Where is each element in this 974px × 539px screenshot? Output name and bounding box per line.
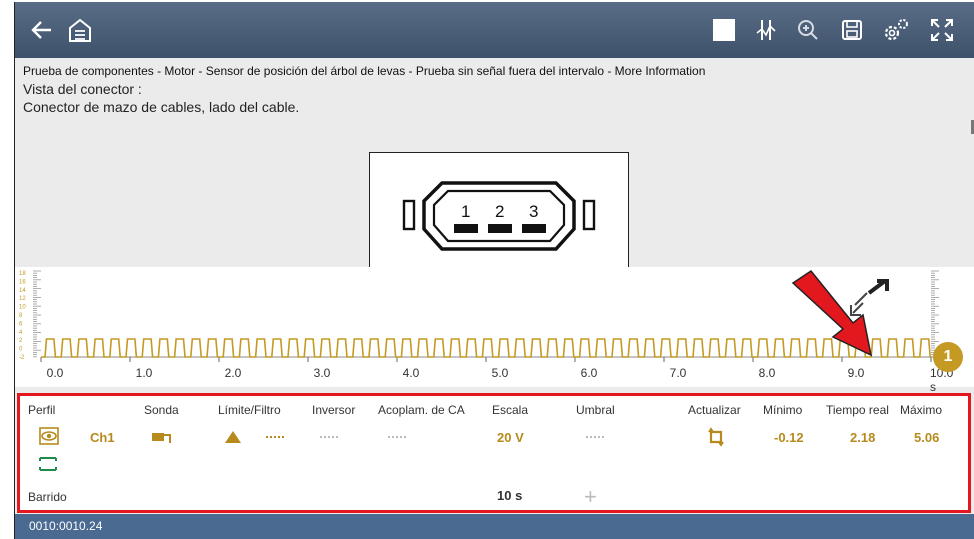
escala-value[interactable]: 20 V — [497, 430, 524, 445]
add-icon[interactable]: + — [584, 484, 597, 510]
header-maximo: Máximo — [900, 403, 943, 417]
bracket-icon[interactable] — [38, 456, 58, 477]
connector-diagram: 1 2 3 — [369, 152, 629, 268]
settings-icon[interactable] — [879, 12, 913, 48]
pin-3-terminal — [522, 224, 546, 233]
minimo-value: -0.12 — [774, 430, 804, 445]
x-tick-label: 5.0 — [491, 366, 509, 380]
save-icon[interactable] — [835, 12, 869, 48]
top-toolbar — [15, 2, 974, 58]
x-tick-label: 6.0 — [580, 366, 598, 380]
umbral-value[interactable] — [586, 436, 604, 438]
header-inversor: Inversor — [312, 403, 356, 417]
y-tick-label: 16 — [19, 279, 26, 285]
header-escala: Escala — [492, 403, 529, 417]
expand-trace-icon[interactable] — [850, 279, 889, 316]
y-tick-label: 14 — [19, 288, 26, 294]
x-tick-label: 1.0 — [135, 366, 153, 380]
cursor-icon[interactable] — [749, 12, 783, 48]
limit-value[interactable] — [266, 436, 284, 438]
cursor-badge[interactable]: 1 — [933, 342, 963, 372]
status-text: 0010:0010.24 — [29, 519, 103, 533]
x-tick-label: 2.0 — [224, 366, 242, 380]
y-tick-label: 2 — [19, 338, 23, 344]
x-tick-label: 4.0 — [402, 366, 420, 380]
tiempo-real-value: 2.18 — [850, 430, 876, 445]
breadcrumb: Prueba de componentes - Motor - Sensor d… — [23, 64, 706, 78]
channel-settings-panel: Perfil Sonda Límite/Filtro Inversor Acop… — [17, 393, 971, 513]
x-tick-label: 7.0 — [669, 366, 687, 380]
header-tiempo-real: Tiempo real — [826, 403, 889, 417]
pin-2-terminal — [488, 224, 512, 233]
connector-view-label: Vista del conector : — [23, 81, 142, 97]
inversor-value[interactable] — [320, 436, 338, 438]
y-tick-label: 0 — [19, 347, 23, 353]
x-tick-label: 9.0 — [847, 366, 865, 380]
back-arrow-icon[interactable] — [25, 12, 59, 48]
refresh-icon[interactable] — [706, 427, 726, 452]
stop-icon[interactable] — [707, 12, 741, 48]
x-tick-label: 0.0 — [46, 366, 64, 380]
header-limite-filtro: Límite/Filtro — [218, 403, 281, 417]
filter-icon[interactable] — [224, 430, 242, 449]
header-minimo: Mínimo — [763, 403, 803, 417]
barrido-label: Barrido — [28, 490, 67, 504]
y-tick-label: 8 — [19, 313, 23, 319]
maximo-value: 5.06 — [914, 430, 940, 445]
y-tick-label: 6 — [19, 321, 23, 327]
acoplam-value[interactable] — [388, 436, 406, 438]
header-actualizar: Actualizar — [688, 403, 741, 417]
y-tick-label: 4 — [19, 330, 23, 336]
zoom-icon[interactable] — [791, 12, 825, 48]
header-umbral: Umbral — [576, 403, 615, 417]
pin-1-terminal — [454, 224, 478, 233]
barrido-value[interactable]: 10 s — [497, 488, 522, 503]
app-window: Prueba de componentes - Motor - Sensor d… — [14, 2, 974, 539]
x-tick-label: 3.0 — [313, 366, 331, 380]
y-tick-label: -2 — [19, 355, 25, 361]
connector-description: Conector de mazo de cables, lado del cab… — [23, 99, 300, 115]
y-tick-label: 10 — [19, 305, 26, 311]
header-perfil: Perfil — [28, 403, 56, 417]
fullscreen-icon[interactable] — [925, 12, 959, 48]
pin-1-label: 1 — [461, 202, 470, 221]
y-tick-label: 18 — [19, 271, 26, 277]
probe-icon[interactable] — [142, 429, 176, 450]
channel-name[interactable]: Ch1 — [90, 430, 115, 445]
pin-3-label: 3 — [529, 202, 538, 221]
y-tick-label: 12 — [19, 296, 26, 302]
header-acoplam-ca: Acoplam. de CA — [378, 403, 465, 417]
pin-2-label: 2 — [495, 202, 504, 221]
x-tick-label: 8.0 — [758, 366, 776, 380]
header-sonda: Sonda — [144, 403, 179, 417]
home-garage-icon[interactable] — [63, 12, 97, 48]
eye-visibility-icon[interactable] — [38, 426, 60, 451]
status-bar: 0010:0010.24 — [15, 514, 974, 539]
